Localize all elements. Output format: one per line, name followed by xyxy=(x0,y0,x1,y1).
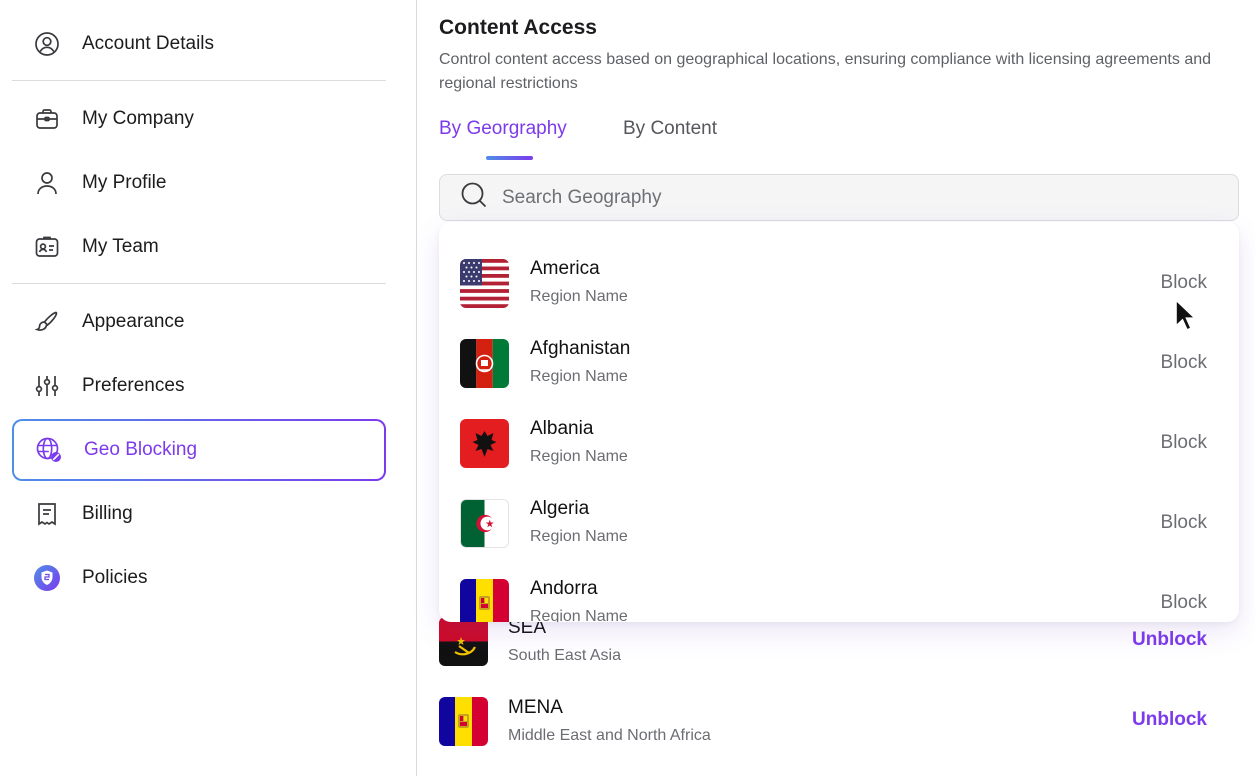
country-name: Andorra xyxy=(530,578,598,599)
country-name: Afghanistan xyxy=(530,338,631,359)
sidebar-item-my-profile[interactable]: My Profile xyxy=(12,152,386,214)
search-input[interactable] xyxy=(502,186,1202,209)
main-content: Content Access Control content access ba… xyxy=(418,0,1255,776)
user-circle-icon xyxy=(32,29,62,59)
receipt-icon xyxy=(32,499,62,529)
region-name: MENA xyxy=(508,697,563,718)
sidebar-item-label: My Profile xyxy=(82,172,167,193)
region-name-label: Region Name xyxy=(530,608,628,622)
dropdown-item-text: Algeria Region Name xyxy=(530,498,628,546)
sidebar-item-account-details[interactable]: Account Details xyxy=(12,13,386,75)
sidebar-item-policies[interactable]: Policies xyxy=(12,547,386,609)
dropdown-item[interactable]: Algeria Region Name Block xyxy=(439,462,1239,548)
unblock-button[interactable]: Unblock xyxy=(1132,629,1207,651)
algeria-flag-icon xyxy=(460,499,509,548)
afghanistan-flag-icon xyxy=(460,339,509,388)
sidebar-item-label: My Team xyxy=(82,236,159,257)
sidebar-item-label: Account Details xyxy=(82,33,215,54)
sidebar-divider xyxy=(12,80,386,81)
unblock-button[interactable]: Unblock xyxy=(1132,709,1207,731)
search-icon xyxy=(460,181,488,214)
block-button[interactable]: Block xyxy=(1161,592,1207,614)
sidebar-item-label: Appearance xyxy=(82,311,185,332)
sliders-icon xyxy=(32,371,62,401)
country-name: Albania xyxy=(530,418,594,439)
tab-by-geography[interactable]: By Georgraphy xyxy=(439,118,567,140)
sidebar-item-billing[interactable]: Billing xyxy=(12,483,386,545)
search-box[interactable] xyxy=(439,174,1239,221)
dropdown-item[interactable]: America Region Name Block xyxy=(439,222,1239,308)
dropdown-item[interactable]: Afghanistan Region Name Block xyxy=(439,302,1239,388)
sidebar-item-geo-blocking[interactable]: Geo Blocking xyxy=(12,419,386,481)
mouse-cursor-icon xyxy=(1174,298,1198,337)
country-name: Algeria xyxy=(530,498,590,519)
albania-flag-icon xyxy=(460,419,509,468)
list-item-text: MENA Middle East and North Africa xyxy=(508,697,711,745)
region-description: South East Asia xyxy=(508,647,621,664)
brush-icon xyxy=(32,307,62,337)
page-title: Content Access xyxy=(439,16,597,39)
dropdown-item-text: Albania Region Name xyxy=(530,418,628,466)
sidebar-item-label: My Company xyxy=(82,108,194,129)
dropdown-item-text: Andorra Region Name xyxy=(530,578,628,622)
list-item: MENA Middle East and North Africa Unbloc… xyxy=(439,697,1239,776)
block-button[interactable]: Block xyxy=(1161,432,1207,454)
geography-dropdown: America Region Name Block Afghanistan Re… xyxy=(439,222,1239,622)
dropdown-item-text: Afghanistan Region Name xyxy=(530,338,630,386)
sidebar-item-label: Billing xyxy=(82,503,133,524)
briefcase-icon xyxy=(32,104,62,134)
shield-icon xyxy=(32,563,62,593)
sidebar-item-my-company[interactable]: My Company xyxy=(12,88,386,150)
tab-active-indicator xyxy=(486,156,533,160)
sidebar-item-appearance[interactable]: Appearance xyxy=(12,291,386,353)
us-flag-icon xyxy=(460,259,509,308)
dropdown-item[interactable]: Andorra Region Name Block xyxy=(439,542,1239,622)
sidebar-item-preferences[interactable]: Preferences xyxy=(12,355,386,417)
block-button[interactable]: Block xyxy=(1161,272,1207,294)
list-item-text: SEA South East Asia xyxy=(508,617,621,665)
angola-flag-icon xyxy=(439,617,488,666)
andorra-flag-icon xyxy=(439,697,488,746)
sidebar-item-my-team[interactable]: My Team xyxy=(12,216,386,278)
person-icon xyxy=(32,168,62,198)
andorra-flag-icon xyxy=(460,579,509,622)
dropdown-item-text: America Region Name xyxy=(530,258,628,306)
sidebar-item-label: Geo Blocking xyxy=(84,439,198,460)
sidebar-item-label: Preferences xyxy=(82,375,185,396)
sidebar: Account Details My Company My Profile My… xyxy=(0,0,417,776)
country-name: America xyxy=(530,258,600,279)
list-item: SEA South East Asia Unblock xyxy=(439,617,1239,697)
sidebar-divider xyxy=(12,283,386,284)
block-button[interactable]: Block xyxy=(1161,512,1207,534)
id-badge-icon xyxy=(32,232,62,262)
tab-by-content[interactable]: By Content xyxy=(623,118,717,140)
block-button[interactable]: Block xyxy=(1161,352,1207,374)
globe-block-icon xyxy=(34,435,64,465)
sidebar-item-label: Policies xyxy=(82,567,148,588)
dropdown-item[interactable]: Albania Region Name Block xyxy=(439,382,1239,468)
page-subtitle: Control content access based on geograph… xyxy=(439,51,1212,92)
region-description: Middle East and North Africa xyxy=(508,727,711,744)
